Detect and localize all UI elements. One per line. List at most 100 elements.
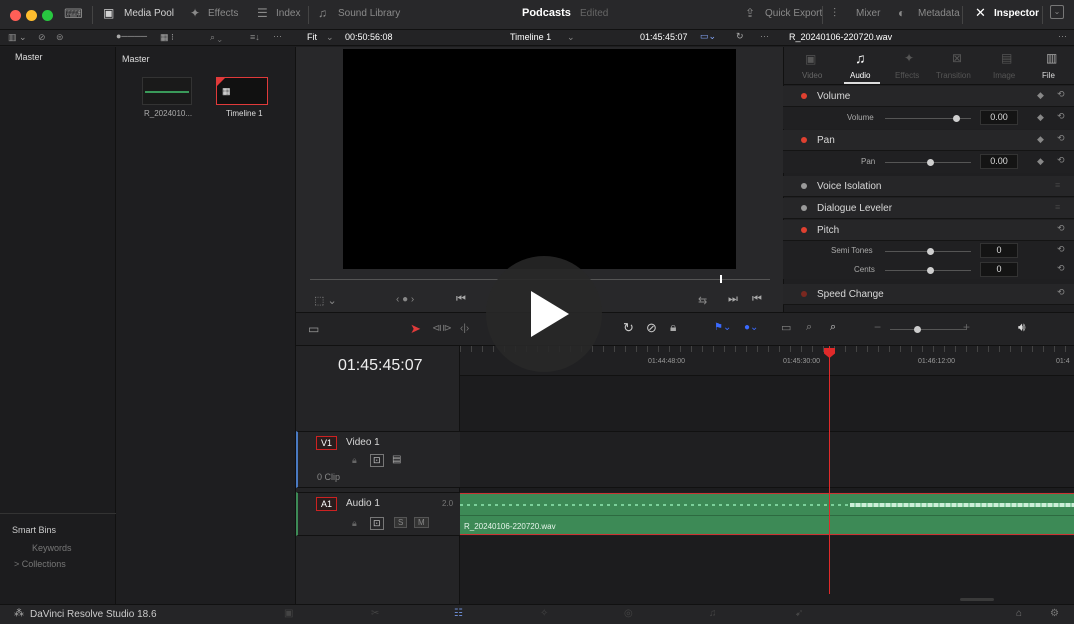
tab-video[interactable]: Video [802,71,822,80]
chevron-down-icon[interactable]: ⌄ [567,32,575,43]
voice-isolation-toggle[interactable] [801,183,807,189]
volume-value-field[interactable]: 0.00 [980,110,1018,125]
volume-enable-toggle[interactable] [801,93,807,99]
file-tab-icon[interactable]: ▥ [1046,51,1057,65]
chevron-down-icon[interactable]: ⌄ [326,32,334,43]
pitch-enable-toggle[interactable] [801,227,807,233]
skip-back-icon[interactable]: ⏮ [456,293,466,306]
reset-icon[interactable]: ⟲ [1057,263,1065,274]
maximize-window-button[interactable] [42,10,53,21]
mixer-icon[interactable]: ⫶ [833,6,836,21]
keyframe-icon[interactable]: ◆ [1037,112,1044,123]
solo-button[interactable]: S [394,517,408,528]
tab-file[interactable]: File [1042,71,1055,80]
index-icon[interactable]: ☰ [257,6,268,20]
snapping-icon[interactable]: ↻ [623,320,634,336]
reset-icon[interactable]: ⟲ [1057,111,1065,122]
effects-tab-icon[interactable]: ✦ [904,51,914,65]
gear-icon[interactable]: ⚙ [1050,608,1059,619]
media-pool-button[interactable]: Media Pool [124,8,174,19]
skip-end-icon[interactable]: ⏭ [728,293,738,306]
v1-track-name[interactable]: Video 1 [346,437,380,448]
search-icon[interactable]: ⌕ ⌄ [210,32,222,43]
tab-effects[interactable]: Effects [895,71,919,80]
index-button[interactable]: Index [276,8,300,19]
fairlight-page-icon[interactable]: ♫ [709,608,717,619]
zoom-full-icon[interactable]: ▭ [781,321,791,334]
media-pool-icon[interactable]: ▣ [103,6,114,20]
audio-clip[interactable]: R_20240106-220720.wav [460,493,1074,535]
link-icon[interactable]: ⊘ [38,32,46,43]
transition-tab-icon[interactable]: ⊠ [952,51,962,65]
pan-enable-toggle[interactable] [801,137,807,143]
volume-section-header[interactable]: Volume ◆ ⟲ [783,86,1074,107]
lock-icon[interactable]: 🔒︎ [352,455,357,466]
more-options-icon[interactable]: ⋯ [1058,31,1067,42]
pan-slider-knob[interactable] [927,159,934,166]
mute-button[interactable]: M [414,517,429,528]
speed-change-header[interactable]: Speed Change ⟲ [783,284,1074,305]
video-preview[interactable] [343,49,736,269]
cut-page-icon[interactable]: ✂ [371,608,379,619]
reset-icon[interactable]: ⟲ [1057,155,1065,166]
zoom-in-icon[interactable]: + [963,320,970,334]
fusion-page-icon[interactable]: ✧ [540,608,548,619]
sound-library-button[interactable]: Sound Library [338,8,400,19]
auto-select-icon[interactable]: ⊡ [370,454,384,467]
track-visibility-icon[interactable]: ▤ [392,454,401,465]
play-overlay-button[interactable] [486,256,602,372]
close-window-button[interactable] [10,10,21,21]
reset-icon[interactable]: ⟲ [1057,287,1065,298]
timeline-playhead[interactable] [829,346,830,594]
more-options-icon[interactable]: ⋯ [273,31,282,42]
sync-icon[interactable]: ↻ [736,31,744,42]
color-page-icon[interactable]: ◎ [624,608,633,619]
bin-root[interactable]: Master [15,52,43,62]
effects-button[interactable]: Effects [208,8,238,19]
marker-icon[interactable]: ●⌄ [744,322,758,333]
keyframe-icon[interactable]: ◆ [1037,156,1044,167]
speed-change-toggle[interactable] [801,291,807,297]
tab-image[interactable]: Image [993,71,1015,80]
a1-track-name[interactable]: Audio 1 [346,498,380,509]
reset-icon[interactable]: ⟲ [1057,223,1065,234]
filter-icon[interactable]: ⊜ [56,32,64,43]
edit-page-icon[interactable]: ☷ [454,608,463,619]
selection-tool-icon[interactable]: ➤ [410,321,421,337]
tab-transition[interactable]: Transition [936,71,971,80]
inspector-icon[interactable]: ✕ [975,5,986,21]
sort-icon[interactable]: ≡↓ [250,32,260,42]
viewer-playhead[interactable] [720,275,722,283]
drag-handle-icon[interactable]: ≡ [1055,202,1060,212]
speaker-icon[interactable]: 🔊︎ [1018,320,1026,335]
v1-track-badge[interactable]: V1 [316,436,338,450]
a1-track-badge[interactable]: A1 [316,497,338,511]
voice-isolation-header[interactable]: Voice Isolation ≡ [783,176,1074,197]
flag-icon[interactable]: ⚑⌄ [714,322,731,333]
smart-bin-keywords[interactable]: Keywords [32,543,72,553]
grid-view-icon[interactable]: ▦ ⁝ [160,32,174,43]
clip-item-label[interactable]: R_2024010... [144,109,192,118]
pitch-section-header[interactable]: Pitch ⟲ [783,220,1074,241]
linked-selection-icon[interactable]: ⊘ [646,320,657,336]
home-icon[interactable]: ⌂ [1016,608,1022,619]
minimize-window-button[interactable] [26,10,37,21]
pan-section-header[interactable]: Pan ◆ ⟲ [783,130,1074,151]
zoom-custom-icon[interactable]: ⌕ [830,321,836,334]
semitones-slider-knob[interactable] [927,248,934,255]
lock-icon[interactable]: 🔒︎ [670,320,676,335]
panel-toggle-icon[interactable]: ▥ ⌄ [8,32,27,43]
chevron-down-icon[interactable]: ⌄ [1050,5,1064,19]
dialogue-leveler-header[interactable]: Dialogue Leveler ≡ [783,198,1074,219]
jog-control[interactable]: ‹ ● › [396,294,414,305]
video-tab-icon[interactable]: ▣ [805,52,816,66]
crop-icon[interactable]: ⬚ ⌄ [314,294,337,307]
keyframe-icon[interactable]: ◆ [1037,90,1044,101]
deliver-page-icon[interactable]: ➹ [795,608,803,619]
cents-slider-knob[interactable] [927,267,934,274]
audio-tab-icon[interactable]: ♫ [855,50,866,66]
thumbnail-size-slider[interactable]: ●──── [116,31,147,41]
video-track-lane[interactable] [460,431,1074,488]
reset-icon[interactable]: ⟲ [1057,244,1065,255]
image-tab-icon[interactable]: ▤ [1001,51,1012,65]
